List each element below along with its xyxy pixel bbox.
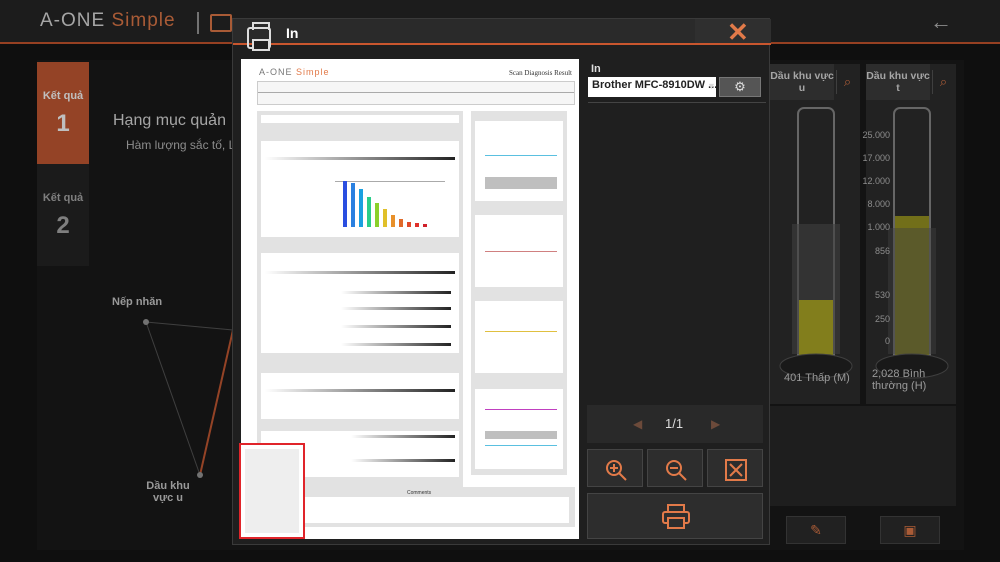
app-window: A-ONE Simple ← Kết quả 1 Kết quả 2 Hạng … [0,0,1000,562]
chevron-down-icon[interactable]: ▼ [707,81,716,91]
preview-mini-chart-3 [475,301,563,373]
gear-icon[interactable]: ⚙ [719,77,761,97]
print-dialog: In ✕ A-ONE Simple Scan Diagnosis Result [232,17,771,545]
preview-result-title: Scan Diagnosis Result [509,69,572,77]
preview-mini-chart-1 [475,121,563,201]
close-icon[interactable]: ✕ [727,17,749,48]
fit-screen-button[interactable] [707,449,763,487]
printer-select[interactable]: Brother MFC-8910DW ... [588,77,716,97]
page-navigator: ◀ 1/1 ▶ [587,405,763,443]
zoom-out-button[interactable] [647,449,703,487]
preview-thumbnail[interactable] [239,443,305,539]
preview-logo-main: A-ONE [259,67,293,77]
print-button[interactable] [587,493,763,539]
preview-card-3 [261,373,459,419]
preview-right-column [471,111,567,475]
preview-summary-row [261,115,459,123]
preview-mini-chart-4 [475,389,563,469]
preview-logo: A-ONE Simple [259,67,330,77]
page-indicator: 1/1 [665,416,684,431]
preview-card-2 [261,253,459,353]
settings-divider [588,102,766,103]
preview-comments-box [263,497,569,523]
zoom-in-button[interactable] [587,449,643,487]
printer-icon [247,22,271,51]
thumbnail-page [245,449,299,533]
next-page-button[interactable]: ▶ [711,417,720,431]
preview-mini-chart-2 [475,215,563,287]
dialog-header-accent [233,43,771,45]
dialog-header [233,19,771,45]
preview-header-table [257,81,575,105]
preview-logo-simple: Simple [296,67,330,77]
preview-comments-title: Comments [407,490,432,496]
zoom-in-icon [606,460,627,481]
printer-label: In [591,63,601,75]
zoom-out-icon [666,460,687,481]
fit-screen-icon [725,459,747,481]
printer-icon [662,504,690,529]
dialog-title: In [286,25,299,41]
preview-card-1 [261,141,459,237]
preview-bar-chart [343,181,427,227]
prev-page-button[interactable]: ◀ [633,417,642,431]
